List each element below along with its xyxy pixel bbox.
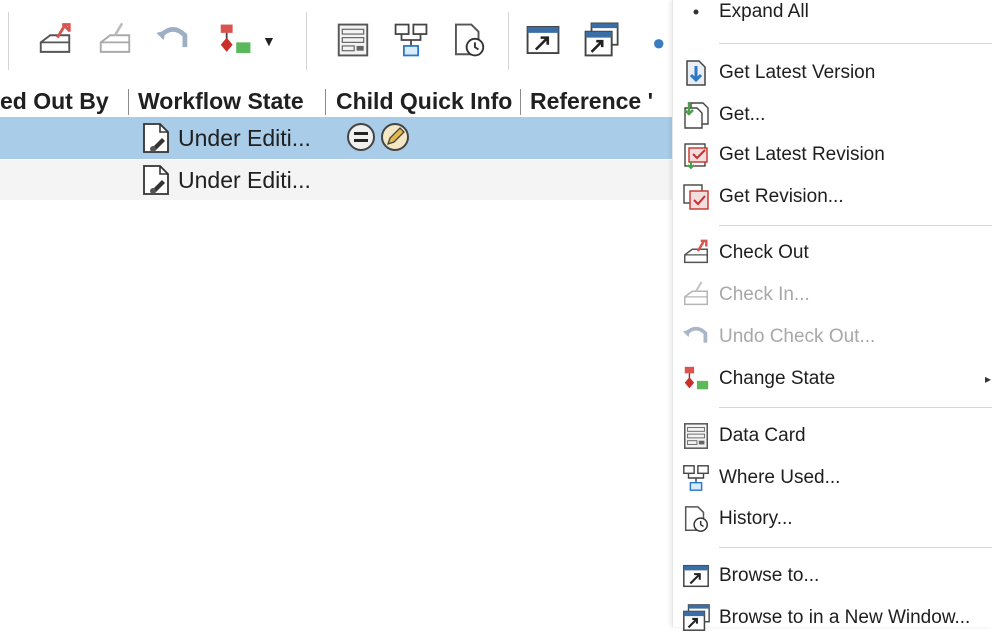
workflow-state-cell: Under Editi... xyxy=(142,117,311,159)
menu-item-change-state[interactable]: Change State ▸ xyxy=(673,359,992,399)
equal-status-icon xyxy=(345,121,377,153)
menu-item-label: Get... xyxy=(719,104,766,125)
table-row[interactable]: Under Editi... xyxy=(0,117,672,159)
browse-new-window-icon xyxy=(584,22,619,57)
where-used-button[interactable] xyxy=(386,14,436,66)
menu-separator xyxy=(719,407,992,408)
menu-separator xyxy=(719,225,992,226)
menu-item-label: History... xyxy=(719,508,793,529)
column-header-workflow-state[interactable]: Workflow State xyxy=(138,84,304,118)
menu-separator xyxy=(719,547,992,548)
data-card-button[interactable] xyxy=(328,14,378,66)
menu-item-label: Data Card xyxy=(719,425,806,446)
grid-header: ed Out By Workflow State Child Quick Inf… xyxy=(0,84,672,118)
toolbar-divider xyxy=(8,12,9,70)
column-separator[interactable] xyxy=(325,89,326,115)
where-used-icon xyxy=(681,463,711,493)
undo-check-out-icon xyxy=(681,322,711,352)
column-separator[interactable] xyxy=(128,89,129,115)
menu-item-label: Browse to... xyxy=(719,565,820,586)
chevron-down-icon[interactable]: ▼ xyxy=(262,33,276,49)
toolbar: ▼ xyxy=(0,0,672,84)
where-used-icon xyxy=(394,23,428,57)
menu-item-label: Get Revision... xyxy=(719,186,844,207)
menu-item-history[interactable]: History... xyxy=(673,499,992,539)
undo-check-out-icon xyxy=(156,26,188,48)
menu-item-browse-to[interactable]: Browse to... xyxy=(673,556,992,596)
check-in-icon xyxy=(681,280,711,310)
data-card-icon xyxy=(681,421,711,451)
workflow-state-text: Under Editi... xyxy=(178,166,311,193)
check-out-icon xyxy=(681,238,711,268)
overflow-button[interactable] xyxy=(640,14,670,66)
workflow-state-text: Under Editi... xyxy=(178,124,311,151)
menu-item-get[interactable]: Get... xyxy=(673,95,992,135)
get-latest-version-icon xyxy=(681,58,711,88)
get-latest-revision-icon xyxy=(681,140,711,170)
child-quick-info-cell xyxy=(345,121,411,153)
menu-item-undo-check-out[interactable]: Undo Check Out... xyxy=(673,317,992,357)
column-header-child-quick-info[interactable]: Child Quick Info xyxy=(336,84,512,118)
menu-item-label: Expand All xyxy=(719,1,809,22)
history-button[interactable] xyxy=(444,14,494,66)
history-icon xyxy=(681,504,711,534)
check-out-button[interactable] xyxy=(30,14,80,66)
menu-item-check-in[interactable]: Check In... xyxy=(673,275,992,315)
expand-icon xyxy=(681,0,711,27)
column-header-checked-out-by[interactable]: ed Out By xyxy=(0,84,109,118)
workflow-state-cell: Under Editi... xyxy=(142,160,311,200)
menu-item-label: Undo Check Out... xyxy=(719,326,876,347)
undo-check-out-button[interactable] xyxy=(148,14,198,66)
browse-to-button[interactable] xyxy=(518,14,568,66)
menu-item-label: Browse to in a New Window... xyxy=(719,607,971,628)
menu-item-expand-all[interactable]: Expand All xyxy=(673,0,992,32)
menu-item-label: Where Used... xyxy=(719,467,841,488)
submenu-arrow-icon: ▸ xyxy=(984,372,991,386)
change-state-icon xyxy=(681,364,711,394)
menu-item-get-latest-revision[interactable]: Get Latest Revision xyxy=(673,135,992,175)
get-icon xyxy=(681,100,711,130)
change-state-button[interactable] xyxy=(210,14,260,66)
menu-item-check-out[interactable]: Check Out xyxy=(673,233,992,273)
toolbar-divider xyxy=(508,12,509,70)
toolbar-divider xyxy=(306,12,307,70)
check-out-icon xyxy=(39,23,71,53)
column-header-reference[interactable]: Reference ' xyxy=(530,84,653,118)
menu-separator xyxy=(719,43,992,44)
menu-item-where-used[interactable]: Where Used... xyxy=(673,458,992,498)
table-row[interactable]: Under Editi... xyxy=(0,160,672,200)
pencil-edit-icon xyxy=(379,121,411,153)
column-separator[interactable] xyxy=(520,89,521,115)
history-icon xyxy=(454,23,485,57)
change-state-icon xyxy=(220,24,251,54)
get-revision-icon xyxy=(681,182,711,212)
under-editing-state-icon xyxy=(142,122,170,154)
browse-new-window-icon xyxy=(681,603,711,633)
browse-to-icon xyxy=(681,561,711,591)
menu-item-browse-new-window[interactable]: Browse to in a New Window... xyxy=(673,598,992,638)
data-card-icon xyxy=(337,23,369,57)
menu-item-label: Get Latest Revision xyxy=(719,144,885,165)
menu-item-label: Get Latest Version xyxy=(719,62,876,83)
check-in-icon xyxy=(99,22,131,53)
browse-new-window-button[interactable] xyxy=(576,14,626,66)
menu-item-get-latest-version[interactable]: Get Latest Version xyxy=(673,53,992,93)
menu-item-get-revision[interactable]: Get Revision... xyxy=(673,177,992,217)
menu-item-label: Check Out xyxy=(719,242,809,263)
overflow-icon xyxy=(654,39,664,49)
check-in-button[interactable] xyxy=(90,14,140,66)
browse-to-icon xyxy=(526,25,560,55)
menu-item-label: Check In... xyxy=(719,284,810,305)
under-editing-state-icon xyxy=(142,164,170,196)
context-menu: Expand All Get Latest Version Get... Get… xyxy=(672,0,992,631)
menu-item-data-card[interactable]: Data Card xyxy=(673,416,992,456)
menu-item-label: Change State xyxy=(719,368,836,389)
